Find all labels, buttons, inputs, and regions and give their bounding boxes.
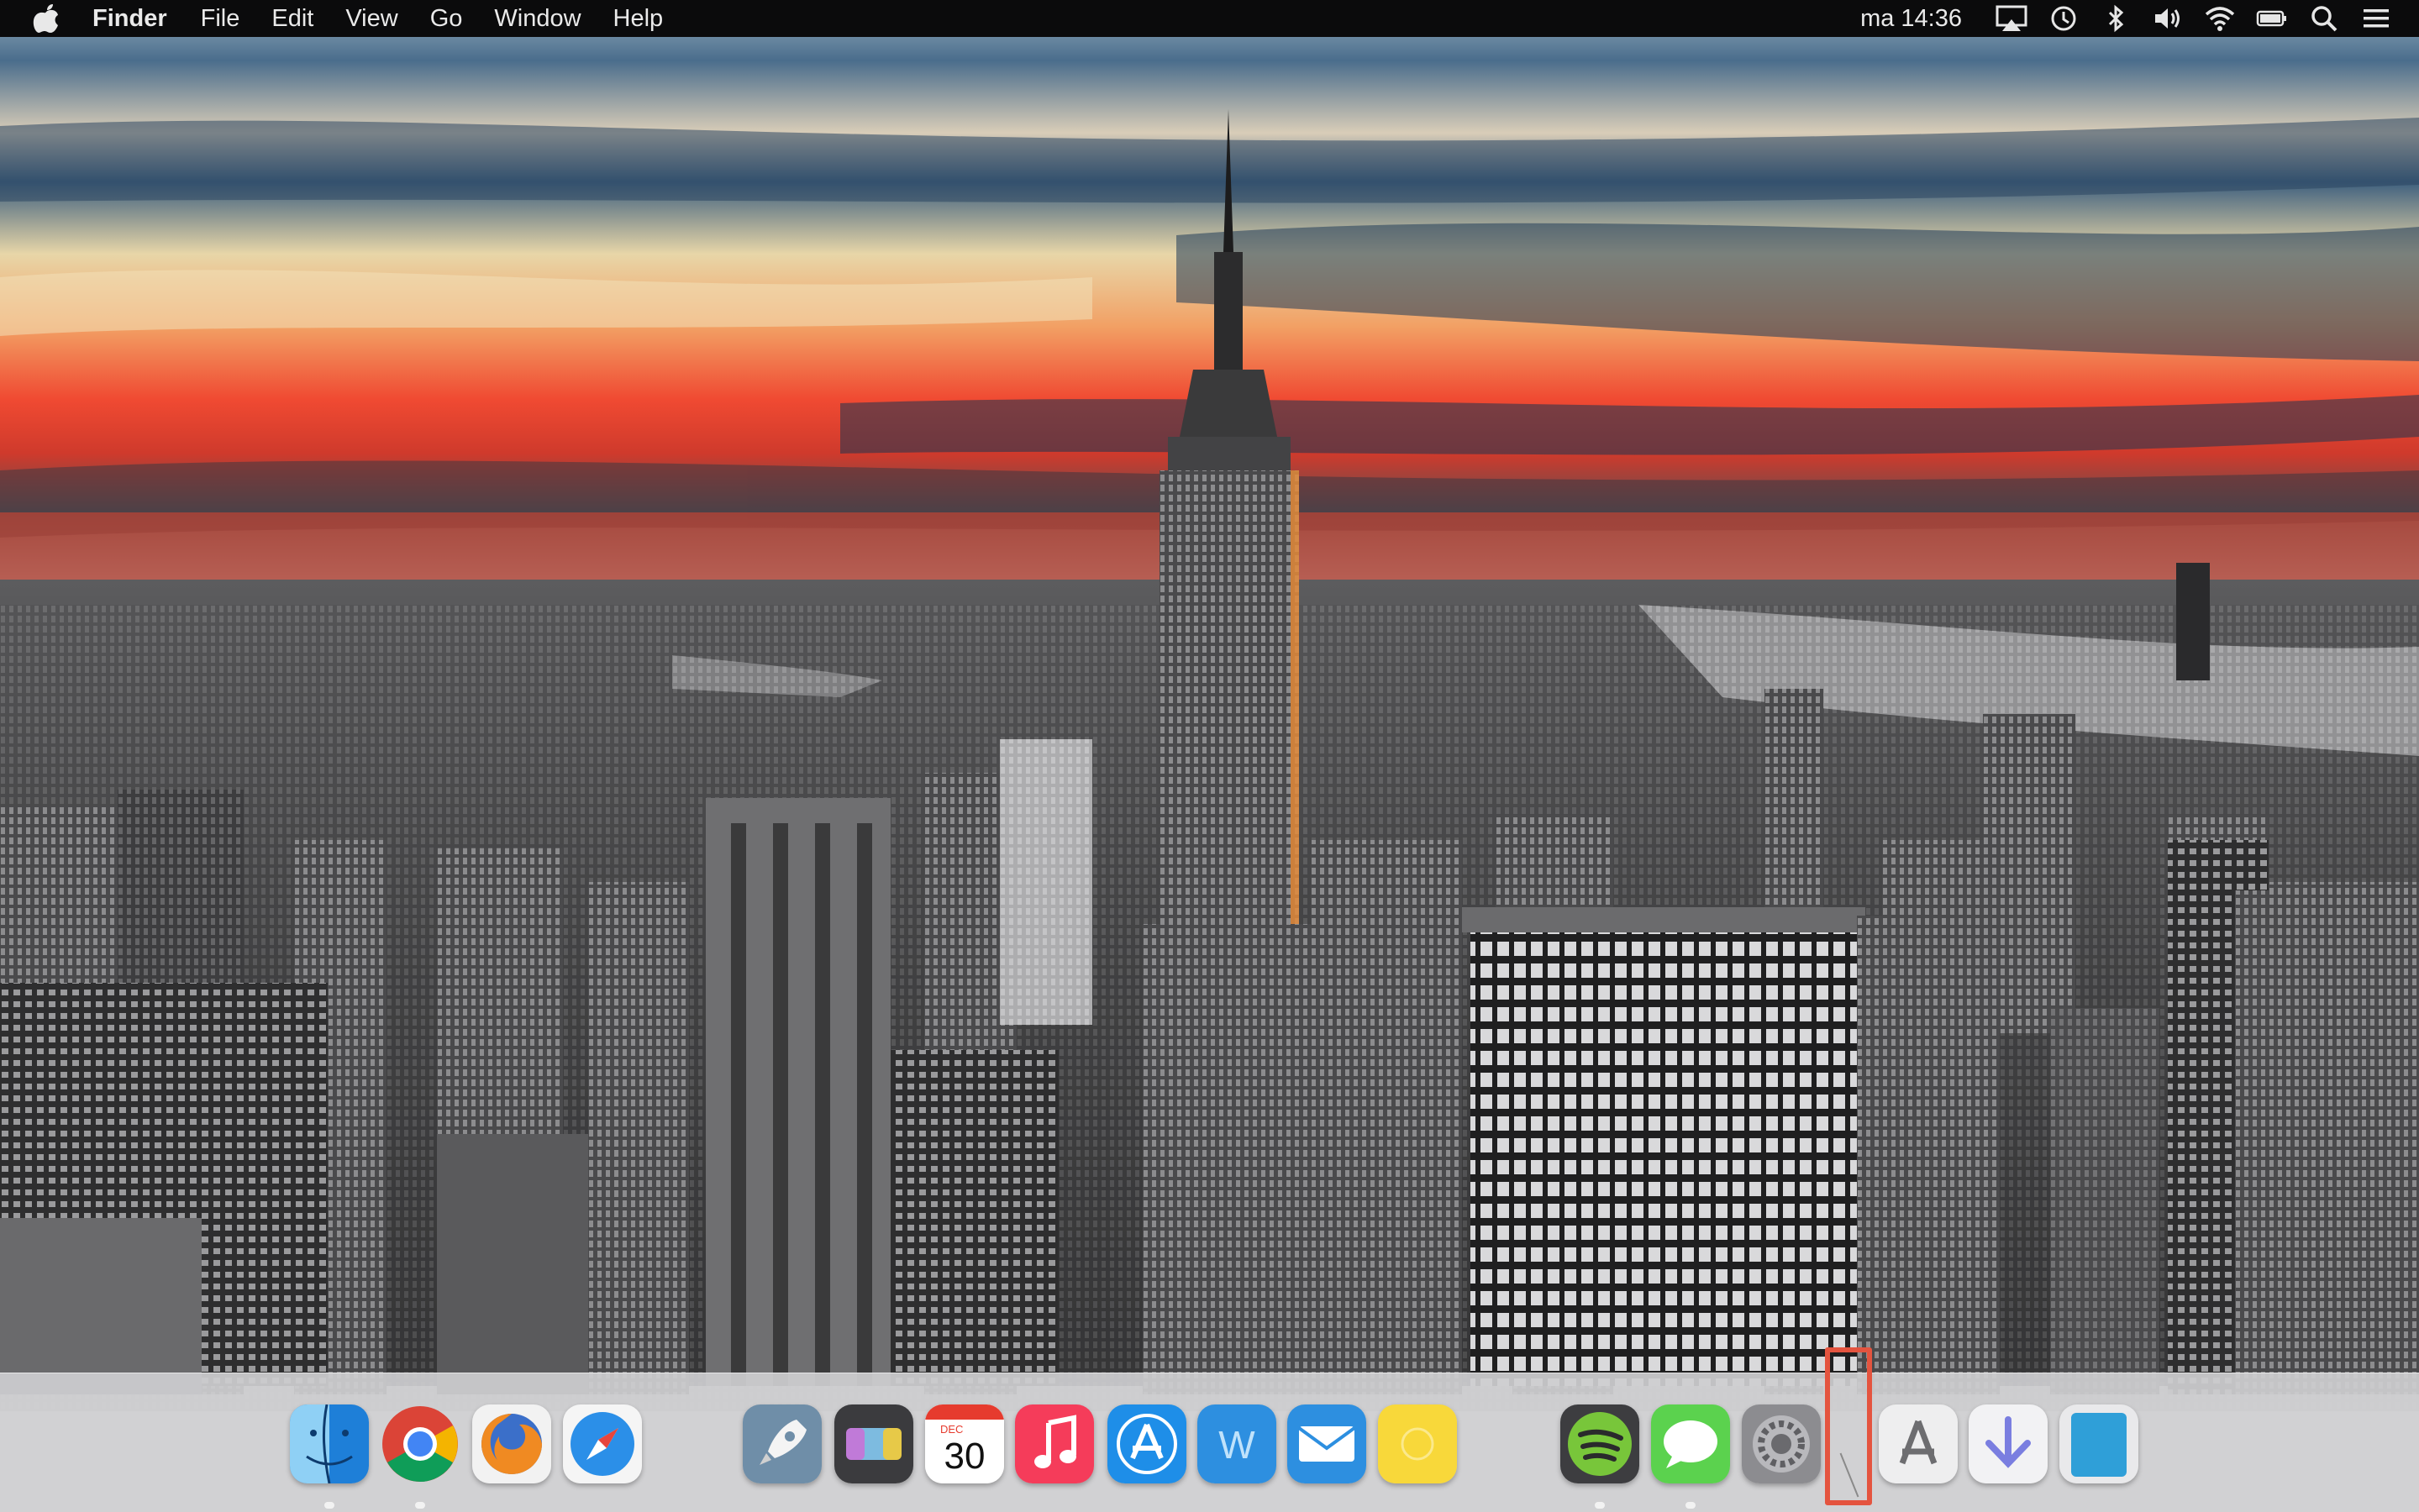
dock-safari-icon[interactable] (563, 1404, 642, 1483)
dock-system-preferences-icon[interactable] (1742, 1404, 1821, 1483)
dock-calendar-icon[interactable]: DEC 30 (925, 1404, 1004, 1483)
menu-bar-left: Finder File Edit View Go Window Help (0, 0, 695, 37)
dock-messages-icon[interactable] (1651, 1404, 1730, 1483)
running-indicator (415, 1502, 425, 1509)
apple-icon[interactable] (32, 3, 60, 34)
time-machine-icon[interactable] (2043, 0, 2085, 37)
dock-mission-control-icon[interactable] (834, 1404, 913, 1483)
menu-bar: Finder File Edit View Go Window Help ma … (0, 0, 2419, 37)
dock-itunes-icon[interactable] (1015, 1404, 1094, 1483)
dock-finder-icon[interactable] (290, 1404, 369, 1483)
menu-clock[interactable]: ma 14:36 (1860, 5, 1962, 33)
bluetooth-icon[interactable] (2095, 0, 2137, 37)
dock-divider-line (1839, 1452, 1859, 1498)
menu-file[interactable]: File (201, 5, 240, 33)
dock-mail-icon[interactable] (1287, 1404, 1366, 1483)
dock-downloads-folder-icon[interactable] (1969, 1404, 2048, 1483)
notification-center-icon[interactable] (2355, 0, 2397, 37)
running-indicator (1685, 1502, 1696, 1509)
menu-go[interactable]: Go (430, 5, 463, 33)
airplay-icon[interactable] (1990, 0, 2032, 37)
dock-chrome-icon[interactable] (381, 1404, 460, 1483)
dock-documents-stack-icon[interactable] (2059, 1404, 2138, 1483)
desktop-wallpaper (0, 0, 2419, 1511)
dock-word-icon[interactable]: W (1197, 1404, 1276, 1483)
wifi-icon[interactable] (2199, 0, 2241, 37)
battery-icon[interactable] (2251, 0, 2293, 37)
spotlight-icon[interactable] (2303, 0, 2345, 37)
dock-firefox-icon[interactable] (472, 1404, 551, 1483)
menu-help[interactable]: Help (613, 5, 664, 33)
menu-app-name[interactable]: Finder (92, 5, 167, 33)
calendar-day: 30 (944, 1436, 986, 1477)
dock-notes-icon[interactable] (1378, 1404, 1457, 1483)
menu-bar-right: ma 14:36 (1860, 0, 2419, 37)
running-indicator (324, 1502, 334, 1509)
volume-icon[interactable] (2147, 0, 2189, 37)
dock-app-store-icon[interactable] (1107, 1404, 1186, 1483)
menu-edit[interactable]: Edit (271, 5, 313, 33)
running-indicator (1595, 1502, 1605, 1509)
dock-separator[interactable] (1825, 1347, 1872, 1505)
menu-view[interactable]: View (345, 5, 397, 33)
menu-window[interactable]: Window (494, 5, 581, 33)
dock-applications-folder-icon[interactable] (1879, 1404, 1958, 1483)
word-glyph: W (1218, 1423, 1255, 1467)
dock-launchpad-icon[interactable] (743, 1404, 822, 1483)
calendar-month: DEC (940, 1423, 963, 1436)
dock-spotify-icon[interactable] (1560, 1404, 1639, 1483)
